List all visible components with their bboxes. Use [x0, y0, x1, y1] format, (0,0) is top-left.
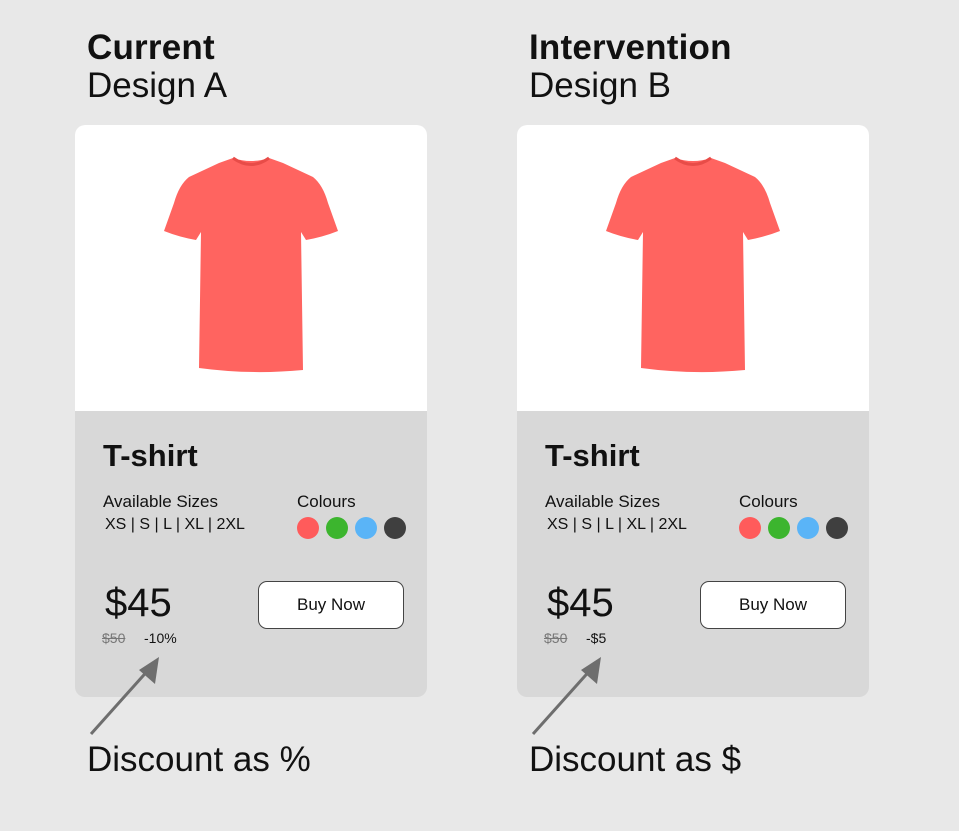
price: $45: [105, 581, 172, 625]
product-card[interactable]: T-shirt Available Sizes XS | S | L | XL …: [517, 125, 869, 697]
design-b-column: Intervention Design B T-shirt Available …: [517, 0, 877, 831]
annotation-caption: Discount as %: [87, 740, 311, 779]
design-a-column: Current Design A T-shirt Available Sizes…: [75, 0, 435, 831]
design-heading-subtitle: Design A: [87, 66, 228, 105]
original-price: $50: [544, 630, 568, 646]
product-card[interactable]: T-shirt Available Sizes XS | S | L | XL …: [75, 125, 427, 697]
sizes-label: Available Sizes: [545, 492, 660, 511]
design-heading-title: Current: [87, 28, 215, 67]
sizes-values[interactable]: XS | S | L | XL | 2XL: [547, 516, 687, 534]
colour-swatch-green[interactable]: [326, 517, 348, 539]
annotation-caption: Discount as $: [529, 740, 742, 779]
discount-label: -$5: [586, 630, 607, 646]
design-heading-title: Intervention: [529, 28, 732, 67]
buy-now-button[interactable]: Buy Now: [258, 581, 404, 629]
original-price: $50: [102, 630, 126, 646]
colour-swatches: [297, 517, 406, 539]
colour-swatch-blue[interactable]: [797, 517, 819, 539]
tshirt-image: [164, 156, 338, 373]
colours-label: Colours: [739, 492, 798, 511]
design-heading-subtitle: Design B: [529, 66, 672, 105]
colour-swatch-blue[interactable]: [355, 517, 377, 539]
sizes-label: Available Sizes: [103, 492, 218, 511]
colour-swatch-green[interactable]: [768, 517, 790, 539]
colour-swatch-black[interactable]: [384, 517, 406, 539]
product-title: T-shirt: [103, 438, 198, 473]
sizes-values[interactable]: XS | S | L | XL | 2XL: [105, 516, 245, 534]
product-image-area[interactable]: [517, 125, 869, 411]
colour-swatch-black[interactable]: [826, 517, 848, 539]
annotation-arrow-icon: [531, 657, 601, 736]
product-image-area[interactable]: [75, 125, 427, 411]
colour-swatch-red[interactable]: [297, 517, 319, 539]
discount-label: -10%: [144, 630, 177, 646]
tshirt-image: [606, 156, 780, 373]
colours-label: Colours: [297, 492, 356, 511]
design-a-heading: Current Design A: [87, 30, 227, 103]
buy-now-button[interactable]: Buy Now: [700, 581, 846, 629]
product-title: T-shirt: [545, 438, 640, 473]
price: $45: [547, 581, 614, 625]
annotation-arrow-icon: [89, 657, 159, 736]
colour-swatches: [739, 517, 848, 539]
design-b-heading: Intervention Design B: [529, 30, 732, 103]
colour-swatch-red[interactable]: [739, 517, 761, 539]
